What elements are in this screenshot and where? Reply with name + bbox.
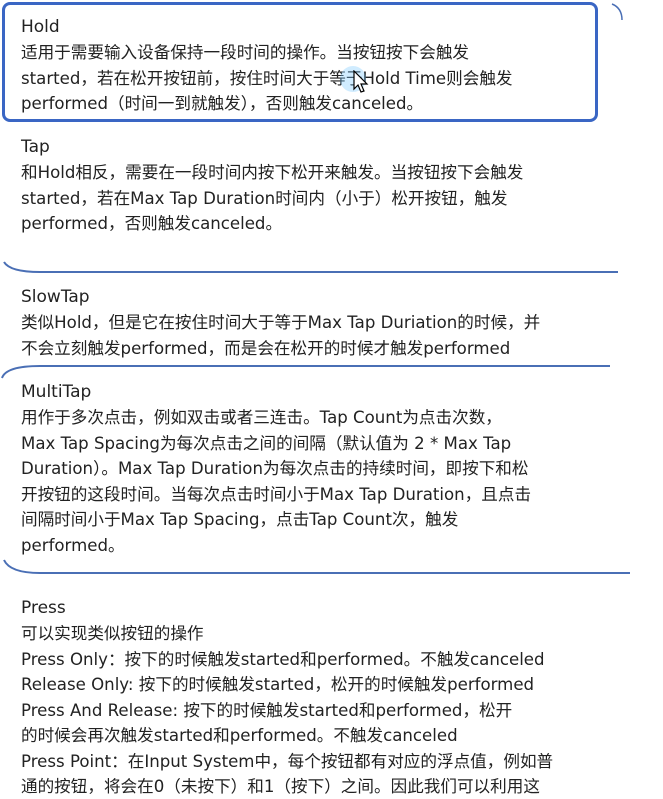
tap-section: Tap 和Hold相反，需要在一段时间内按下松开来触发。当按钮按下会触发 sta…: [0, 134, 663, 237]
press-line-5: 的时候会再次触发started和performed。不触发canceled: [21, 726, 458, 745]
multitap-line-1: 用作于多次点击，例如双击或者三连击。Tap Count为点击次数，: [21, 408, 502, 427]
press-line-2: Press Only：按下的时候触发started和performed。不触发c…: [21, 649, 545, 669]
tap-line-2: started，若在Max Tap Duration时间内（小于）松开按钮，触发: [21, 188, 508, 208]
multitap-title: MultiTap: [21, 382, 92, 402]
tap-line-3: performed，否则触发canceled。: [21, 214, 283, 233]
press-line-6: Press Point：在Input System中，每个按钮都有对应的浮点值，…: [21, 751, 554, 771]
hold-section: Hold 适用于需要输入设备保持一段时间的操作。当按钮按下会触发 started…: [2, 2, 598, 122]
press-title: Press: [21, 598, 66, 618]
multitap-section: MultiTap 用作于多次点击，例如双击或者三连击。Tap Count为点击次…: [0, 379, 663, 558]
slowtap-section: SlowTap 类似Hold，但是它在按住时间大于等于Max Tap Duria…: [0, 284, 663, 361]
tap-line-1: 和Hold相反，需要在一段时间内按下松开来触发。当按钮按下会触发: [21, 163, 524, 182]
multitap-line-2: Max Tap Spacing为每次点击之间的间隔（默认值为 2 * Max T…: [21, 433, 512, 453]
slowtap-line-2: 不会立刻触发performed，而是会在松开的时候才触发performed: [21, 338, 511, 358]
press-line-4: Press And Release: 按下的时候触发started和perfor…: [21, 700, 513, 720]
slowtap-title: SlowTap: [21, 287, 90, 307]
press-line-7: 通的按钮，将会在0（未按下）和1（按下）之间。因此我们可以利用这: [21, 777, 540, 796]
slowtap-line-1: 类似Hold，但是它在按住时间大于等于Max Tap Duriation的时候，…: [21, 313, 541, 332]
press-line-3: Release Only: 按下的时候触发started，松开的时候触发perf…: [21, 675, 535, 694]
multitap-line-4: 开按钮的这段时间。当每次点击时间小于Max Tap Duration，且点击: [21, 484, 532, 504]
press-line-1: 可以实现类似按钮的操作: [21, 624, 204, 643]
hold-line-1: 适用于需要输入设备保持一段时间的操作。当按钮按下会触发: [21, 43, 470, 62]
multitap-line-5: 间隔时间小于Max Tap Spacing，点击Tap Count次，触发: [21, 510, 459, 529]
tap-title: Tap: [21, 137, 50, 157]
hold-title: Hold: [21, 17, 60, 37]
hold-line-2: started，若在松开按钮前，按住时间大于等于Hold Time则会触发: [21, 68, 513, 88]
press-section: Press 可以实现类似按钮的操作 Press Only：按下的时候触发star…: [0, 595, 663, 799]
hold-line-3: performed（时间一到就触发），否则触发canceled。: [21, 94, 424, 113]
multitap-line-3: Duration）。Max Tap Duration为每次点击的持续时间，即按下…: [21, 459, 529, 478]
mouse-cursor-icon: [353, 70, 369, 93]
multitap-line-6: performed。: [21, 535, 125, 555]
